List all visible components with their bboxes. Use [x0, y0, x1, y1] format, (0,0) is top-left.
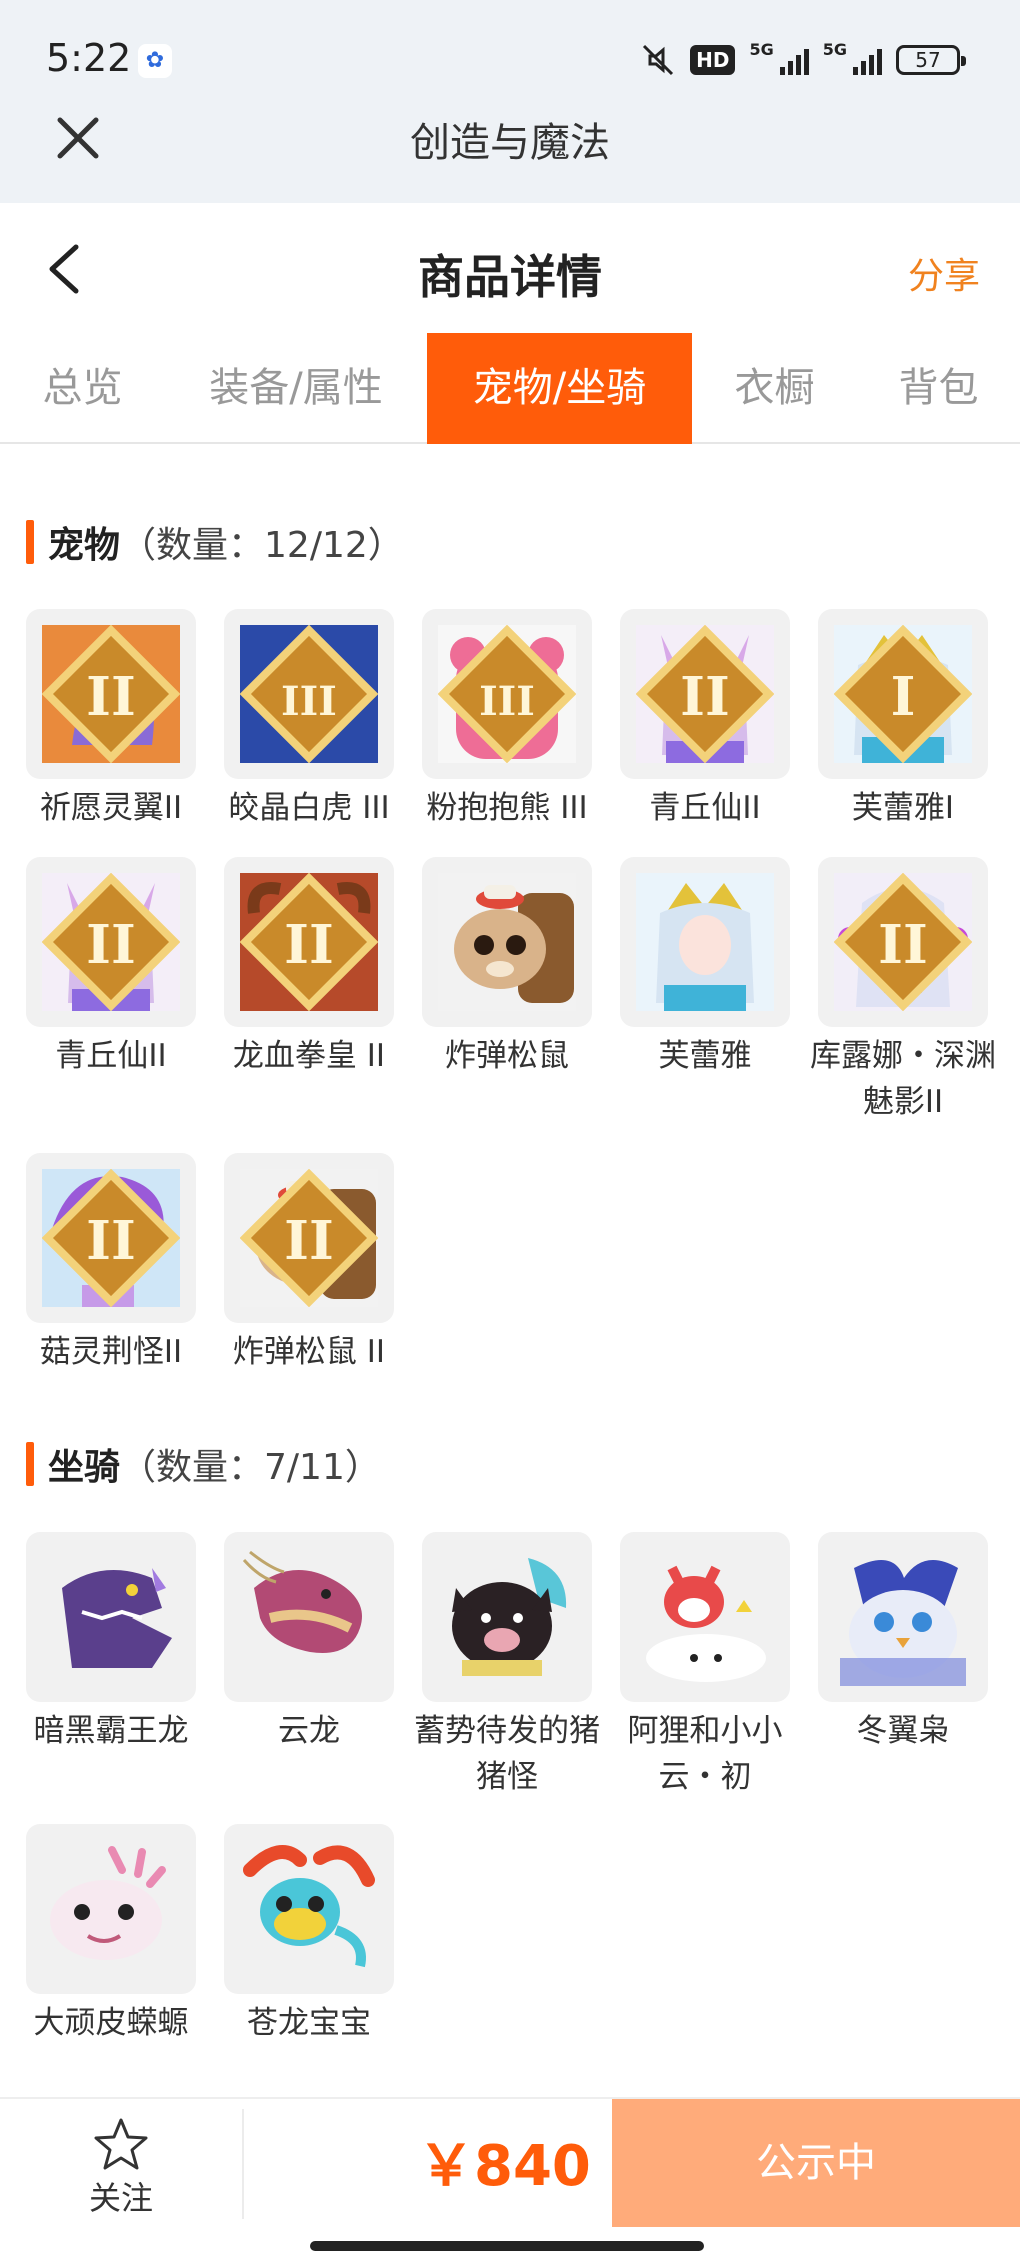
item-name: 青丘仙II	[55, 1038, 167, 1074]
follow-label: 关注	[88, 2179, 153, 2217]
item-name: 阿狸和小小云・初	[627, 1713, 783, 1795]
axolotl-icon	[26, 1824, 196, 1994]
share-button[interactable]: 分享	[908, 247, 980, 299]
tier-badge-icon: II	[240, 873, 378, 1011]
hd-badge: HD	[690, 45, 736, 75]
tier-badge-icon: III	[240, 625, 378, 763]
item-name: 库露娜・深渊魅影II	[810, 1038, 996, 1120]
tab-equipment[interactable]: 装备/属性	[165, 333, 427, 444]
tab-overview[interactable]: 总览	[0, 333, 165, 444]
item-name: 菇灵荆怪II	[39, 1334, 183, 1370]
svg-text:II: II	[680, 665, 730, 728]
item-name: 大顽皮蝾螈	[33, 2005, 189, 2041]
pets-count: （数量：12/12）	[120, 525, 404, 566]
fox-fairy-icon: II	[620, 609, 790, 779]
ali-fox-cloud-icon	[620, 1532, 790, 1702]
item-name: 芙蕾雅	[658, 1038, 752, 1074]
status-icons: HD 5G 5G 57	[640, 40, 966, 80]
tier-badge-icon: II	[42, 625, 180, 763]
page-header: 商品详情 分享	[0, 203, 1020, 333]
home-indicator	[310, 2241, 704, 2251]
mute-icon	[643, 44, 674, 76]
pig-monster-icon	[422, 1532, 592, 1702]
tab-wardrobe[interactable]: 衣橱	[692, 333, 857, 444]
svg-text:I: I	[891, 665, 916, 728]
section-marker	[26, 520, 34, 564]
tab-backpack[interactable]: 背包	[857, 333, 1020, 444]
fox-fairy-icon: II	[26, 857, 196, 1027]
baidu-app-icon: ✿	[138, 44, 172, 78]
tier-badge-icon: II	[240, 1169, 378, 1307]
mounts-title: 坐骑	[48, 1447, 121, 1488]
pink-bear-icon: III	[422, 609, 592, 779]
squirrel-icon: II	[224, 1153, 394, 1323]
svg-text:II: II	[86, 913, 136, 976]
mushroom-sprite-icon: II	[26, 1153, 196, 1323]
price: ￥840	[418, 2134, 591, 2199]
tier-badge-icon: II	[636, 625, 774, 763]
winter-owl-icon	[818, 1532, 988, 1702]
section-marker	[26, 1442, 34, 1486]
item-name: 祈愿灵翼II	[39, 790, 183, 826]
item-name: 青丘仙II	[649, 790, 761, 826]
tab-pets-mounts[interactable]: 宠物/坐骑	[427, 333, 692, 444]
network-label-2: 5G	[822, 40, 847, 59]
tier-badge-icon: I	[834, 625, 972, 763]
bottom-bar: 关注 ￥840 公示中	[0, 2097, 1020, 2227]
squirrel-icon	[422, 857, 592, 1027]
svg-text:II: II	[284, 913, 334, 976]
item-name: 炸弹松鼠	[445, 1038, 569, 1074]
publicity-status-button[interactable]: 公示中	[612, 2099, 1020, 2227]
network-label-1: 5G	[749, 40, 774, 59]
item-name: 龙血拳皇 II	[232, 1038, 386, 1074]
cloud-dragon-icon	[224, 1532, 394, 1702]
svg-text:II: II	[86, 665, 136, 728]
winged-bird-icon: II	[26, 609, 196, 779]
divider	[242, 2109, 244, 2219]
abyss-girl-icon: II	[818, 857, 988, 1027]
item-name: 粉抱抱熊 III	[426, 790, 588, 826]
svg-text:II: II	[878, 913, 928, 976]
item-name: 苍龙宝宝	[247, 2005, 371, 2041]
page-title: 商品详情	[418, 250, 602, 304]
white-tiger-icon: III	[224, 609, 394, 779]
tier-badge-icon: II	[42, 1169, 180, 1307]
svg-text:II: II	[86, 1209, 136, 1272]
pets-title: 宠物	[48, 525, 121, 566]
crowned-maiden-icon: I	[818, 609, 988, 779]
pets-section-header: 宠物 （数量：12/12）	[26, 517, 404, 567]
follow-button[interactable]: 关注	[0, 2099, 242, 2229]
item-name: 冬翼枭	[856, 1713, 950, 1749]
mounts-section-header: 坐骑 （数量：7/11）	[26, 1439, 381, 1489]
tier-badge-icon: III	[438, 625, 576, 763]
svg-text:III: III	[281, 679, 337, 725]
svg-text:II: II	[284, 1209, 334, 1272]
status-time: 5:22	[46, 36, 132, 80]
battery-icon: 57	[896, 45, 966, 75]
item-name: 芙蕾雅I	[851, 790, 955, 826]
item-name: 炸弹松鼠 II	[232, 1334, 386, 1370]
baby-dragon-icon	[224, 1824, 394, 1994]
tier-badge-icon: II	[42, 873, 180, 1011]
star-icon	[94, 2118, 148, 2170]
dark-trex-icon	[26, 1532, 196, 1702]
item-name: 皎晶白虎 III	[228, 790, 390, 826]
horned-beast-icon: II	[224, 857, 394, 1027]
signal-icon-2	[853, 45, 882, 75]
svg-text:III: III	[479, 679, 535, 725]
crowned-maiden-icon	[620, 857, 790, 1027]
status-bar: 5:22 ✿ HD 5G 5G 57	[0, 0, 1020, 120]
webview-title: 创造与魔法	[410, 120, 610, 166]
item-name: 蓄势待发的猪猪怪	[414, 1713, 600, 1795]
tier-badge-icon: II	[834, 873, 972, 1011]
item-name: 暗黑霸王龙	[33, 1713, 189, 1749]
mounts-count: （数量：7/11）	[120, 1447, 381, 1488]
signal-icon-1	[779, 45, 809, 75]
item-name: 云龙	[278, 1713, 340, 1749]
tab-bar: 总览 装备/属性 宠物/坐骑 衣橱 背包	[0, 333, 1020, 444]
